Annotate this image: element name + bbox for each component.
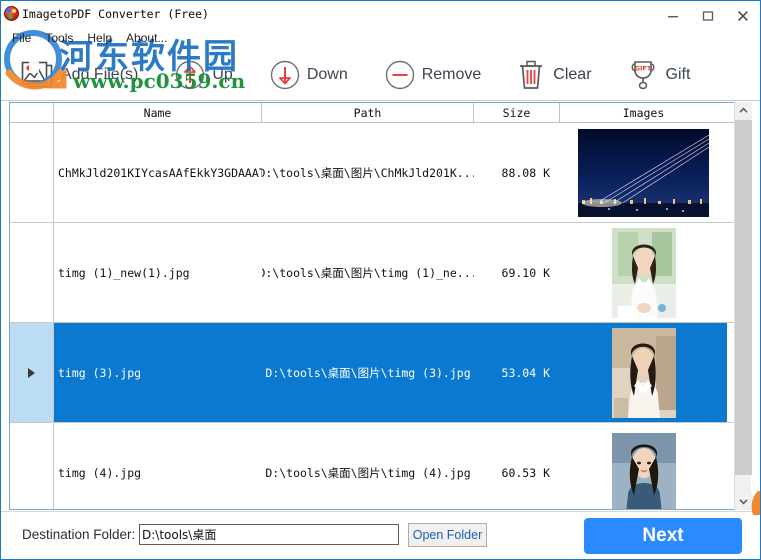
- table-row-selected[interactable]: timg (3).jpg D:\tools\桌面\图片\timg (3).jpg…: [10, 323, 743, 423]
- arrow-up-circle-icon: [176, 60, 205, 89]
- window-title: ImagetoPDF Converter (Free): [22, 7, 209, 21]
- application-window: ImagetoPDF Converter (Free) File Tools H…: [0, 0, 761, 560]
- window-controls: [655, 1, 760, 31]
- row-selector-cell[interactable]: [10, 123, 54, 222]
- cell-size: 88.08 K: [501, 165, 550, 180]
- row-selector-cell[interactable]: [10, 423, 54, 509]
- row-selector-cell[interactable]: [10, 323, 54, 422]
- add-files-button[interactable]: Add File(s): [13, 50, 144, 100]
- cell-thumbnail: [560, 423, 727, 509]
- close-button[interactable]: [725, 1, 760, 31]
- thumbnail-night-cityscape-icon: [578, 128, 709, 217]
- open-folder-button[interactable]: Open Folder: [408, 523, 487, 547]
- cell-thumbnail: [560, 323, 727, 422]
- close-icon: [737, 11, 748, 21]
- destination-folder-input[interactable]: [139, 524, 399, 545]
- row-selector-cell[interactable]: [10, 223, 54, 322]
- cell-path: D:\tools\桌面\图片\timg (4).jpg: [265, 465, 471, 480]
- next-button[interactable]: Next: [584, 518, 742, 554]
- row-marker-icon: [28, 367, 35, 378]
- menu-item-help[interactable]: Help: [82, 30, 121, 47]
- menu-item-tools[interactable]: Tools: [40, 30, 82, 47]
- destination-folder-label: Destination Folder:: [22, 527, 136, 542]
- down-label: Down: [306, 65, 348, 83]
- svg-text:GIFT: GIFT: [634, 64, 651, 72]
- menu-bar: File Tools Help About...: [1, 28, 760, 48]
- down-button[interactable]: Down: [263, 50, 354, 100]
- column-header-name[interactable]: Name: [54, 103, 262, 122]
- add-image-icon: [21, 61, 53, 87]
- toolbar: Add File(s) Up Down Remove Clear GIFT Gi…: [1, 49, 760, 100]
- gift-trophy-icon: GIFT: [631, 60, 655, 89]
- table-row[interactable]: timg (4).jpg D:\tools\桌面\图片\timg (4).jpg…: [10, 423, 743, 509]
- menu-item-about[interactable]: About...: [121, 30, 176, 47]
- maximize-icon: [702, 11, 713, 21]
- chevron-up-icon: [739, 107, 748, 113]
- cell-thumbnail: [560, 123, 727, 222]
- grid-header-row: Name Path Size Images: [10, 103, 743, 123]
- cell-path: D:\tools\桌面\图片\timg (1)_ne...: [262, 265, 474, 280]
- add-files-label: Add File(s): [61, 65, 139, 83]
- arrow-down-circle-icon: [270, 60, 300, 89]
- minus-circle-icon: [385, 60, 414, 89]
- cell-name: timg (3).jpg: [54, 323, 262, 422]
- remove-button[interactable]: Remove: [378, 50, 488, 100]
- cell-thumbnail: [560, 223, 727, 322]
- file-list-grid[interactable]: Name Path Size Images ChMkJld201KIYcasAA…: [9, 102, 744, 510]
- column-header-selector[interactable]: [10, 103, 54, 122]
- table-row[interactable]: ChMkJld201KIYcasAAfEkkY3GDAAAT... D:\too…: [10, 123, 743, 223]
- column-header-path[interactable]: Path: [262, 103, 474, 122]
- title-bar: ImagetoPDF Converter (Free): [1, 1, 760, 27]
- cell-path: D:\tools\桌面\图片\ChMkJld201K...: [262, 165, 474, 180]
- cell-name: timg (1)_new(1).jpg: [58, 265, 190, 280]
- column-header-size[interactable]: Size: [474, 103, 560, 122]
- minimize-icon: [667, 16, 678, 18]
- gift-button[interactable]: GIFT Gift: [620, 50, 697, 100]
- cell-size: 60.53 K: [501, 465, 550, 480]
- cell-path: D:\tools\桌面\图片\timg (3).jpg: [262, 323, 474, 422]
- column-header-images[interactable]: Images: [560, 103, 727, 122]
- table-row[interactable]: timg (1)_new(1).jpg D:\tools\桌面\图片\timg …: [10, 223, 743, 323]
- minimize-button[interactable]: [655, 1, 690, 31]
- trash-icon: [520, 60, 543, 89]
- footer-bar: Destination Folder: Open Folder Next: [1, 511, 760, 559]
- thumbnail-portrait-indoor-icon: [611, 327, 676, 418]
- up-button[interactable]: Up: [168, 50, 238, 100]
- app-logo-icon: [4, 6, 20, 22]
- cell-size: 53.04 K: [474, 323, 560, 422]
- grid-body: ChMkJld201KIYcasAAfEkkY3GDAAAT... D:\too…: [10, 123, 743, 509]
- remove-label: Remove: [421, 65, 482, 83]
- chevron-down-icon: [739, 499, 748, 505]
- cell-name: timg (4).jpg: [58, 465, 142, 480]
- scroll-up-button[interactable]: [735, 102, 752, 119]
- up-label: Up: [212, 65, 233, 83]
- scrollbar-thumb[interactable]: [735, 120, 752, 475]
- maximize-button[interactable]: [690, 1, 725, 31]
- scroll-down-button[interactable]: [735, 493, 752, 510]
- thumbnail-portrait-white-shirt-icon: [611, 227, 676, 318]
- thumbnail-portrait-selfie-icon: [611, 432, 676, 509]
- clear-label: Clear: [553, 65, 592, 83]
- vertical-scrollbar[interactable]: [734, 102, 752, 510]
- gift-label: Gift: [665, 65, 691, 83]
- menu-item-file[interactable]: File: [7, 30, 40, 47]
- cell-name: ChMkJld201KIYcasAAfEkkY3GDAAAT...: [58, 165, 262, 180]
- toolbar-separator: [1, 100, 760, 101]
- clear-button[interactable]: Clear: [509, 50, 597, 100]
- cell-size: 69.10 K: [501, 265, 550, 280]
